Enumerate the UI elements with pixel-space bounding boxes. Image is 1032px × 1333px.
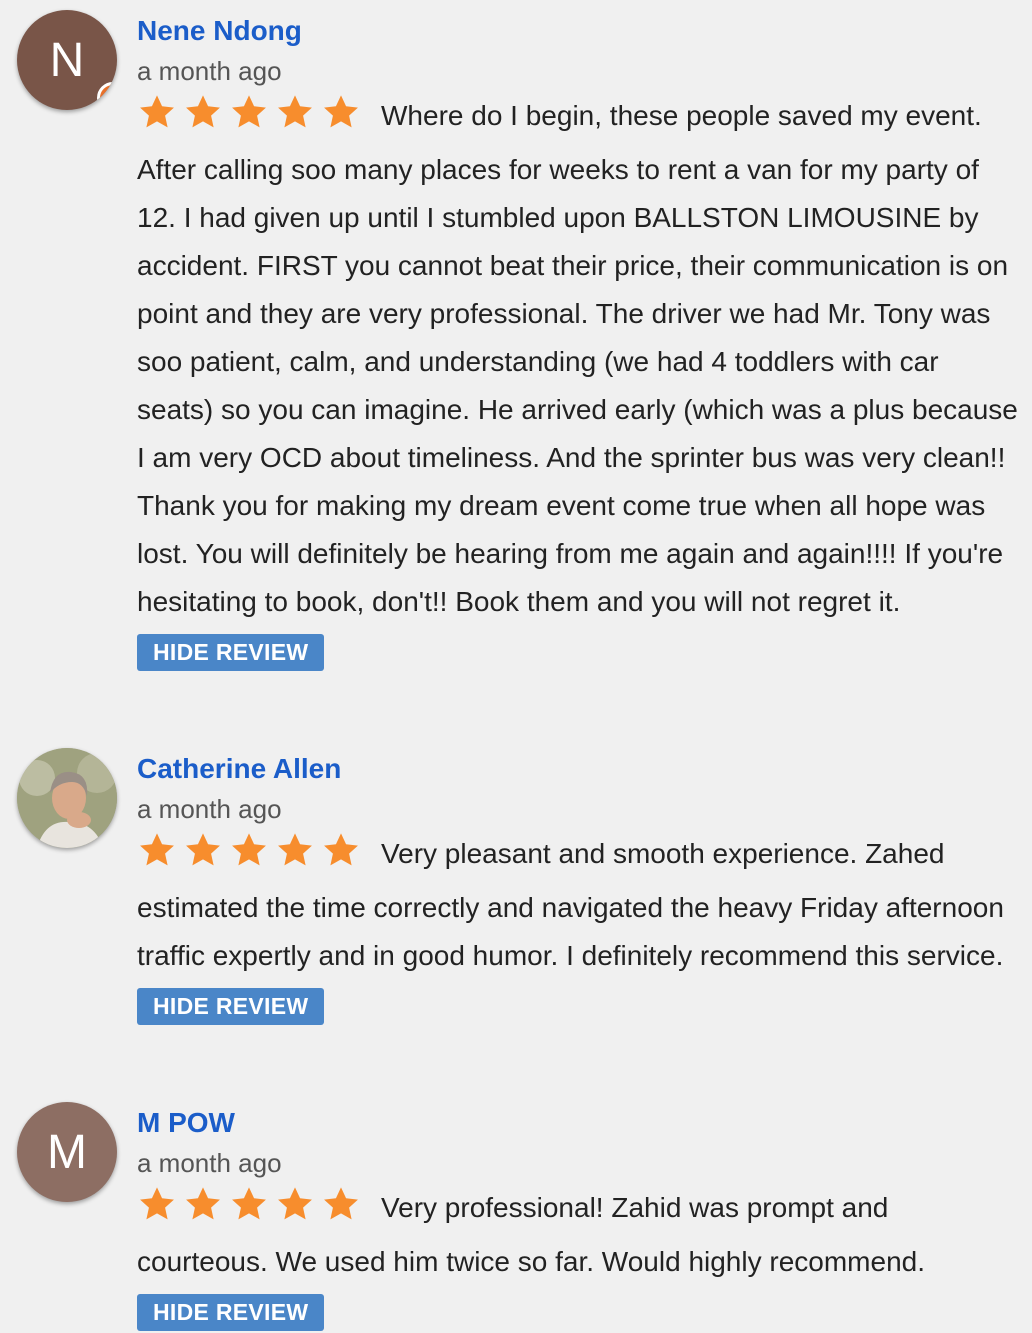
star-icon	[324, 833, 358, 866]
avatar[interactable]: N	[17, 10, 117, 110]
review-date: a month ago	[137, 794, 282, 824]
star-icon	[140, 833, 174, 866]
review-body: Nene Ndong a month ago Where do I begin,…	[137, 14, 1018, 671]
hide-review-button[interactable]: HIDE REVIEW	[137, 1294, 325, 1331]
star-icon	[186, 1187, 220, 1220]
star-icon	[278, 95, 312, 128]
profile-photo-icon	[17, 748, 117, 848]
author-name[interactable]: Nene Ndong	[137, 14, 1018, 48]
author-name[interactable]: M POW	[137, 1106, 1018, 1140]
star-rating	[137, 831, 367, 884]
star-icon	[140, 95, 174, 128]
star-icon	[232, 95, 266, 128]
review-body: Catherine Allen a month ago Very pleasan…	[137, 752, 1018, 1025]
avatar-letter: N	[49, 33, 85, 87]
star-icon	[186, 95, 220, 128]
review-date: a month ago	[137, 1148, 282, 1178]
avatar[interactable]: M	[17, 1102, 117, 1202]
review-body: M POW a month ago Very professional! Zah…	[137, 1106, 1018, 1331]
hide-review-button[interactable]: HIDE REVIEW	[137, 634, 325, 671]
star-icon	[324, 1187, 358, 1220]
star-icon	[278, 1187, 312, 1220]
review-text: Where do I begin, these people saved my …	[137, 100, 1018, 617]
hide-review-button[interactable]: HIDE REVIEW	[137, 988, 325, 1025]
review-date: a month ago	[137, 56, 282, 86]
star-rating	[137, 93, 367, 146]
star-icon	[232, 1187, 266, 1220]
review-text-block: Very professional! Zahid was prompt and …	[137, 1184, 1018, 1286]
star-icon	[278, 833, 312, 866]
review-text-block: Very pleasant and smooth experience. Zah…	[137, 830, 1018, 980]
star-icon	[140, 1187, 174, 1220]
review-text-block: Where do I begin, these people saved my …	[137, 92, 1018, 626]
author-name[interactable]: Catherine Allen	[137, 752, 1018, 786]
star-rating	[137, 1185, 367, 1238]
avatar[interactable]	[17, 748, 117, 848]
star-icon	[324, 95, 358, 128]
avatar-letter: M	[47, 1125, 87, 1179]
star-icon	[232, 833, 266, 866]
star-icon	[186, 833, 220, 866]
local-guide-badge-icon	[97, 82, 117, 110]
